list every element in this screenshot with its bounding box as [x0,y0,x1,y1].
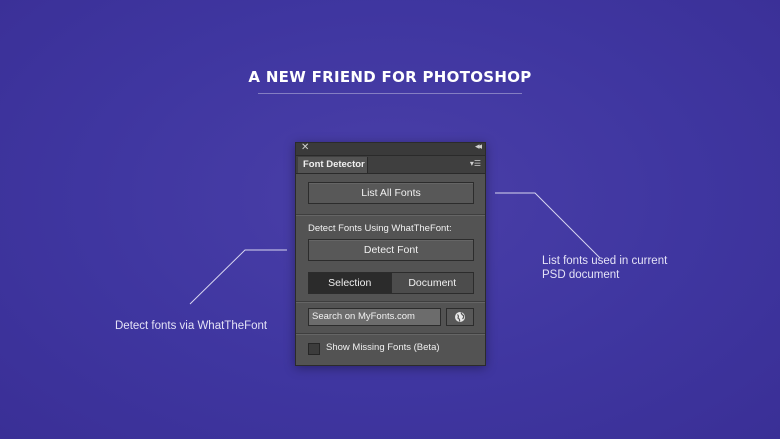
scope-selection-button[interactable]: Selection [309,273,391,293]
detect-section-label: Detect Fonts Using WhatTheFont: [308,223,452,234]
tab-font-detector[interactable]: Font Detector [298,157,368,173]
callout-left: Detect fonts via WhatTheFont [115,320,268,332]
detect-font-button[interactable]: Detect Font [308,239,474,261]
globe-icon [455,312,465,322]
close-icon[interactable]: ✕ [301,142,309,153]
callout-line-right [495,192,601,259]
divider [296,333,485,335]
list-all-fonts-button[interactable]: List All Fonts [308,182,474,204]
search-button[interactable] [446,308,474,326]
callout-right: List fonts used in current PSD document [542,254,667,282]
panel-menu-icon[interactable]: ▾☰ [470,159,481,168]
divider [296,301,485,303]
callout-right-line1: List fonts used in current [542,255,668,267]
font-detector-panel: ✕ ◂◂ Font Detector ▾☰ List All Fonts Det… [295,142,486,366]
divider [296,214,485,216]
scope-toggle: Selection Document [308,272,474,294]
scope-document-button[interactable]: Document [390,273,473,293]
show-missing-fonts-checkbox[interactable] [308,343,320,355]
show-missing-fonts-label[interactable]: Show Missing Fonts (Beta) [326,342,440,353]
callout-right-line2: PSD document [542,269,620,281]
collapse-icon[interactable]: ◂◂ [475,142,482,152]
callout-line-left [189,249,287,305]
panel-tab-strip: Font Detector ▾☰ [296,156,485,174]
myfonts-search-input[interactable]: Search on MyFonts.com [308,308,441,326]
panel-title-bar[interactable]: ✕ ◂◂ [296,142,485,156]
